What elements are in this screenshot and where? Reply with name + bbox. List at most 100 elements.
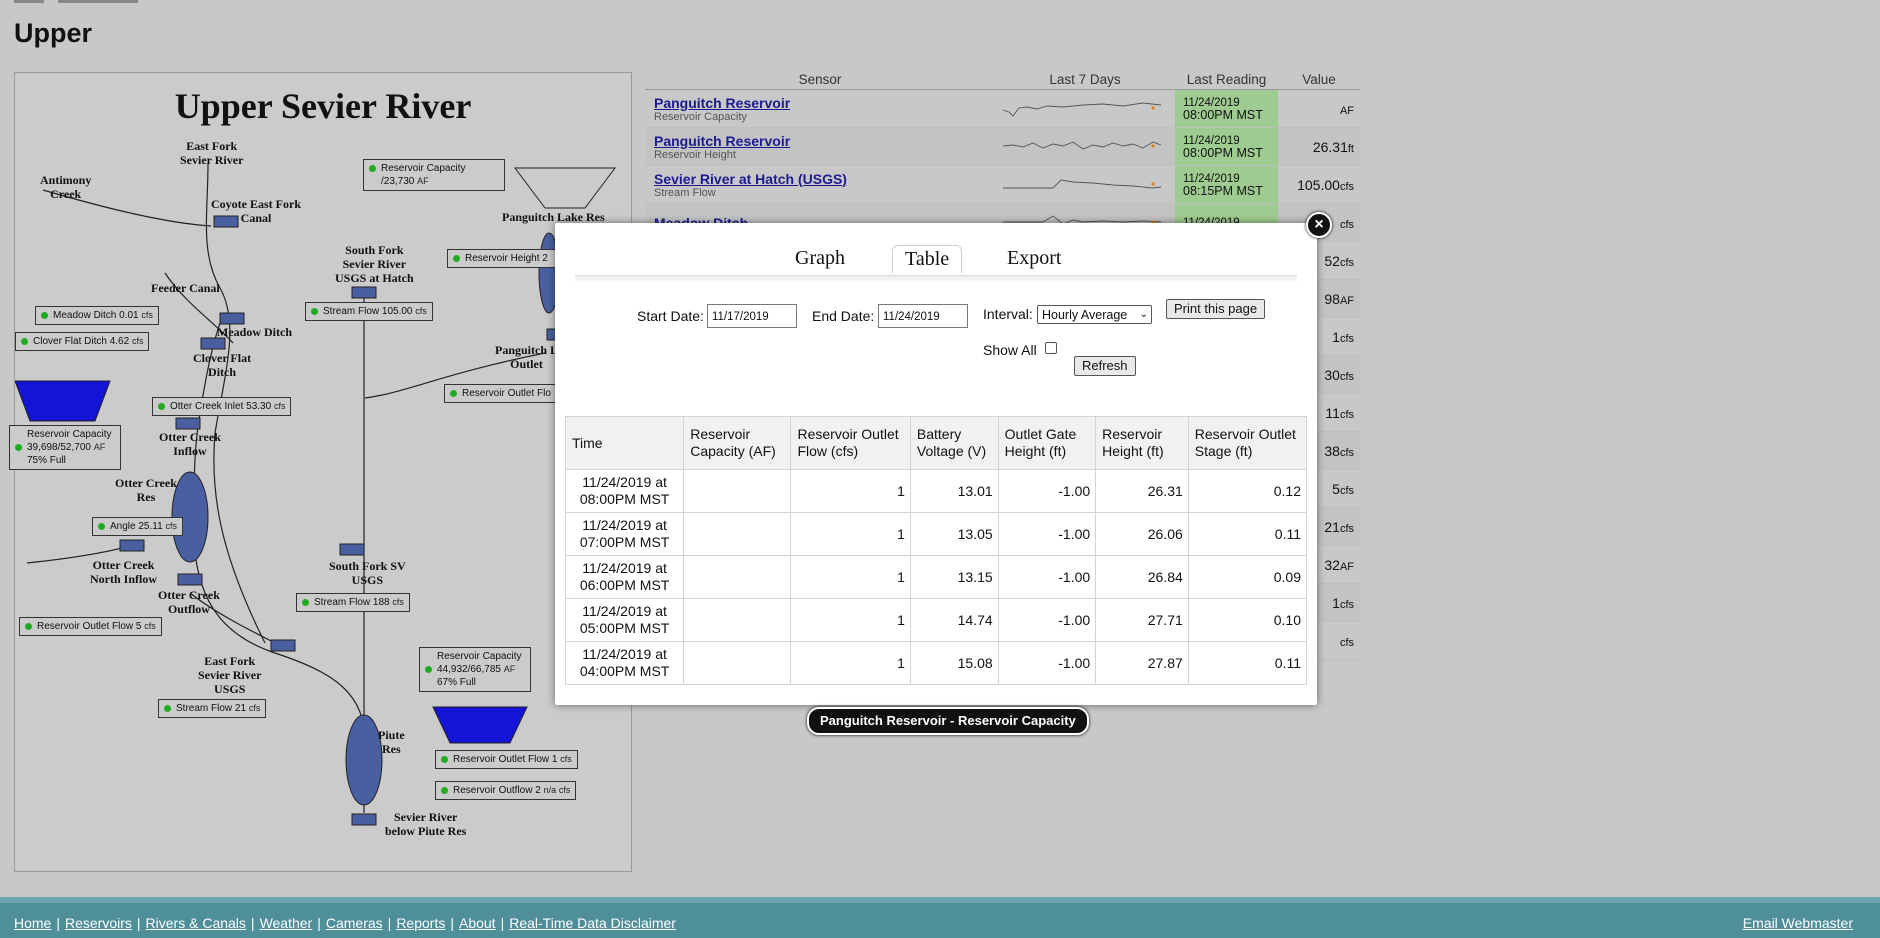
table-cell: 13.01 xyxy=(909,469,999,513)
footer-link[interactable]: Weather xyxy=(260,915,313,931)
column-header[interactable]: Time xyxy=(564,416,685,470)
reading-value: 11 xyxy=(1325,404,1340,421)
column-header[interactable]: Reservoir Outlet Stage (ft) xyxy=(1187,416,1308,470)
label-sf-sv: South Fork SV USGS xyxy=(329,559,406,587)
modal-tabs: Graph Table Export xyxy=(555,245,1317,273)
sensor-row[interactable]: Panguitch Reservoir Reservoir Height 11/24… xyxy=(645,127,1360,166)
sensor-cell: Panguitch Reservoir Reservoir Capacity xyxy=(645,89,995,128)
widget-res-outlet-flo[interactable]: Reservoir Outlet Flo xyxy=(444,384,556,403)
label-otter-outflow: Otter Creek Outflow xyxy=(158,588,220,616)
link-separator: | xyxy=(317,915,321,931)
sensor-link[interactable]: Panguitch Reservoir xyxy=(645,133,995,149)
table-cell: 26.84 xyxy=(1095,555,1189,599)
table-cell: 0.09 xyxy=(1187,555,1308,599)
interval-select[interactable]: Hourly Average ⌄ xyxy=(1037,305,1152,324)
widget-angle[interactable]: Angle 25.11 cfs xyxy=(92,517,183,536)
widget-piute-outflow2[interactable]: Reservoir Outflow 2 n/a cfs xyxy=(435,781,577,800)
table-cell: 0.12 xyxy=(1187,469,1308,513)
status-dot xyxy=(311,307,318,315)
start-date-input[interactable]: 11/17/2019 xyxy=(707,304,797,328)
tab-export[interactable]: Export xyxy=(995,245,1073,272)
label-otter-res: Otter Creek Res xyxy=(115,476,177,504)
widget-stream-21[interactable]: Stream Flow 21 cfs xyxy=(158,699,267,718)
column-header[interactable]: Battery Voltage (V) xyxy=(909,416,999,470)
footer-link[interactable]: Reservoirs xyxy=(65,915,132,931)
column-header[interactable]: Reservoir Capacity (AF) xyxy=(683,416,792,470)
link-separator: | xyxy=(500,915,505,931)
footer-link[interactable]: Rivers & Canals xyxy=(146,915,246,931)
widget-clover-flat[interactable]: Clover Flat Ditch 4.62 cfs xyxy=(15,332,150,351)
reading-unit: cfs xyxy=(1339,484,1354,497)
footer-link[interactable]: Real-Time Data Disclaimer xyxy=(509,915,676,931)
interval-label: Interval: xyxy=(983,306,1033,322)
table-cell xyxy=(683,469,792,513)
widget-otter-capacity[interactable]: Reservoir Capacity 39,698/52,700 AF 75% … xyxy=(9,425,121,470)
reading-unit: cfs xyxy=(1339,180,1354,193)
sensor-link[interactable]: Sevier River at Hatch (USGS) xyxy=(645,171,995,187)
sensor-row[interactable]: Sevier River at Hatch (USGS) Stream Flow 1… xyxy=(645,165,1360,204)
widget-meadow-ditch[interactable]: Meadow Ditch 0.01 cfs xyxy=(35,306,159,325)
reading-unit: cfs xyxy=(1339,218,1354,231)
reading-value: 32 xyxy=(1324,556,1340,573)
reading-unit: AF xyxy=(1339,104,1354,117)
tab-table[interactable]: Table xyxy=(892,245,963,273)
reading-value: 38 xyxy=(1324,442,1340,459)
link-separator: | xyxy=(56,915,60,931)
show-all-checkbox[interactable] xyxy=(1045,342,1057,354)
label-clover-flat: Clover Flat Ditch xyxy=(193,351,252,379)
last-reading-cell: 11/24/2019 08:00PM MST xyxy=(1175,127,1278,166)
label-otter-inflow: Otter Creek Inflow xyxy=(159,430,221,458)
label-otter-north: Otter Creek North Inflow xyxy=(90,558,158,586)
table-row: 11/24/2019 at 04:00PM MST 1 15.08 -1.00 27.8… xyxy=(564,641,1308,685)
widget-res-height[interactable]: Reservoir Height 2 xyxy=(447,249,559,268)
widget-piute-capacity[interactable]: Reservoir Capacity 44,932/66,785 AF 67% … xyxy=(419,647,531,692)
tooltip: Panguitch Reservoir - Reservoir Capacity xyxy=(807,707,1089,735)
sensor-row[interactable]: Panguitch Reservoir Reservoir Capacity 11/… xyxy=(645,89,1360,128)
end-date-input[interactable]: 11/24/2019 xyxy=(878,304,968,328)
reading-time: 08:00PM MST xyxy=(1183,107,1263,122)
table-cell: 1 xyxy=(790,469,911,513)
footer-link[interactable]: About xyxy=(459,915,496,931)
show-all-label: Show All xyxy=(983,342,1037,358)
tab-graph[interactable]: Graph xyxy=(783,245,857,272)
close-button[interactable]: × xyxy=(1306,212,1332,238)
footer-link[interactable]: Cameras xyxy=(326,915,383,931)
reading-value: 21 xyxy=(1324,518,1340,535)
top-cutoff-tab xyxy=(58,0,138,3)
sparkline xyxy=(1003,140,1162,150)
widget-otter-inlet[interactable]: Otter Creek Inlet 53.30 cfs xyxy=(152,397,292,416)
footer-link[interactable]: Reports xyxy=(396,915,445,931)
table-cell: 15.08 xyxy=(909,641,999,685)
reading-date: 11/24/2019 xyxy=(1183,172,1240,185)
status-dot xyxy=(302,598,309,606)
footer-link[interactable]: Home xyxy=(14,915,51,931)
column-header[interactable]: Reservoir Outlet Flow (cfs) xyxy=(790,416,911,470)
close-icon: × xyxy=(1314,216,1324,233)
table-cell: -1.00 xyxy=(997,641,1097,685)
widget-piute-outlet[interactable]: Reservoir Outlet Flow 1 cfs xyxy=(435,750,578,769)
widget-panguitch-capacity[interactable]: Reservoir Capacity /23,730 AF xyxy=(363,159,505,191)
sparkline-cell xyxy=(995,89,1175,128)
reading-value: 30 xyxy=(1324,366,1340,383)
refresh-button[interactable]: Refresh xyxy=(1074,356,1136,376)
email-webmaster-link[interactable]: Email Webmaster xyxy=(1743,915,1853,931)
widget-stream-188[interactable]: Stream Flow 188 cfs xyxy=(296,593,410,612)
last-reading-header: Last Reading xyxy=(1175,72,1278,90)
reading-unit: cfs xyxy=(1339,522,1354,535)
widget-stream-105[interactable]: Stream Flow 105.00 cfs xyxy=(305,302,433,321)
reading-value: 52 xyxy=(1324,252,1340,269)
label-panguitch-lake: Panguitch Lake Res xyxy=(502,210,605,224)
print-button[interactable]: Print this page xyxy=(1166,299,1266,319)
reading-value: 5 xyxy=(1332,480,1340,497)
column-header[interactable]: Reservoir Height (ft) xyxy=(1095,416,1189,470)
label-ef-usgs: East Fork Sevier River USGS xyxy=(198,654,262,696)
column-header[interactable]: Outlet Gate Height (ft) xyxy=(997,416,1097,470)
label-east-fork: East Fork Sevier River xyxy=(180,139,244,167)
status-dot xyxy=(41,311,48,319)
sensor-link[interactable]: Panguitch Reservoir xyxy=(645,95,995,111)
reading-value: 26.31 xyxy=(1312,138,1348,155)
table-cell: -1.00 xyxy=(997,469,1097,513)
value-cell: AF xyxy=(1278,89,1360,128)
widget-otter-outflow[interactable]: Reservoir Outlet Flow 5 cfs xyxy=(19,617,162,636)
label-antimony: Antimony Creek xyxy=(40,173,92,201)
